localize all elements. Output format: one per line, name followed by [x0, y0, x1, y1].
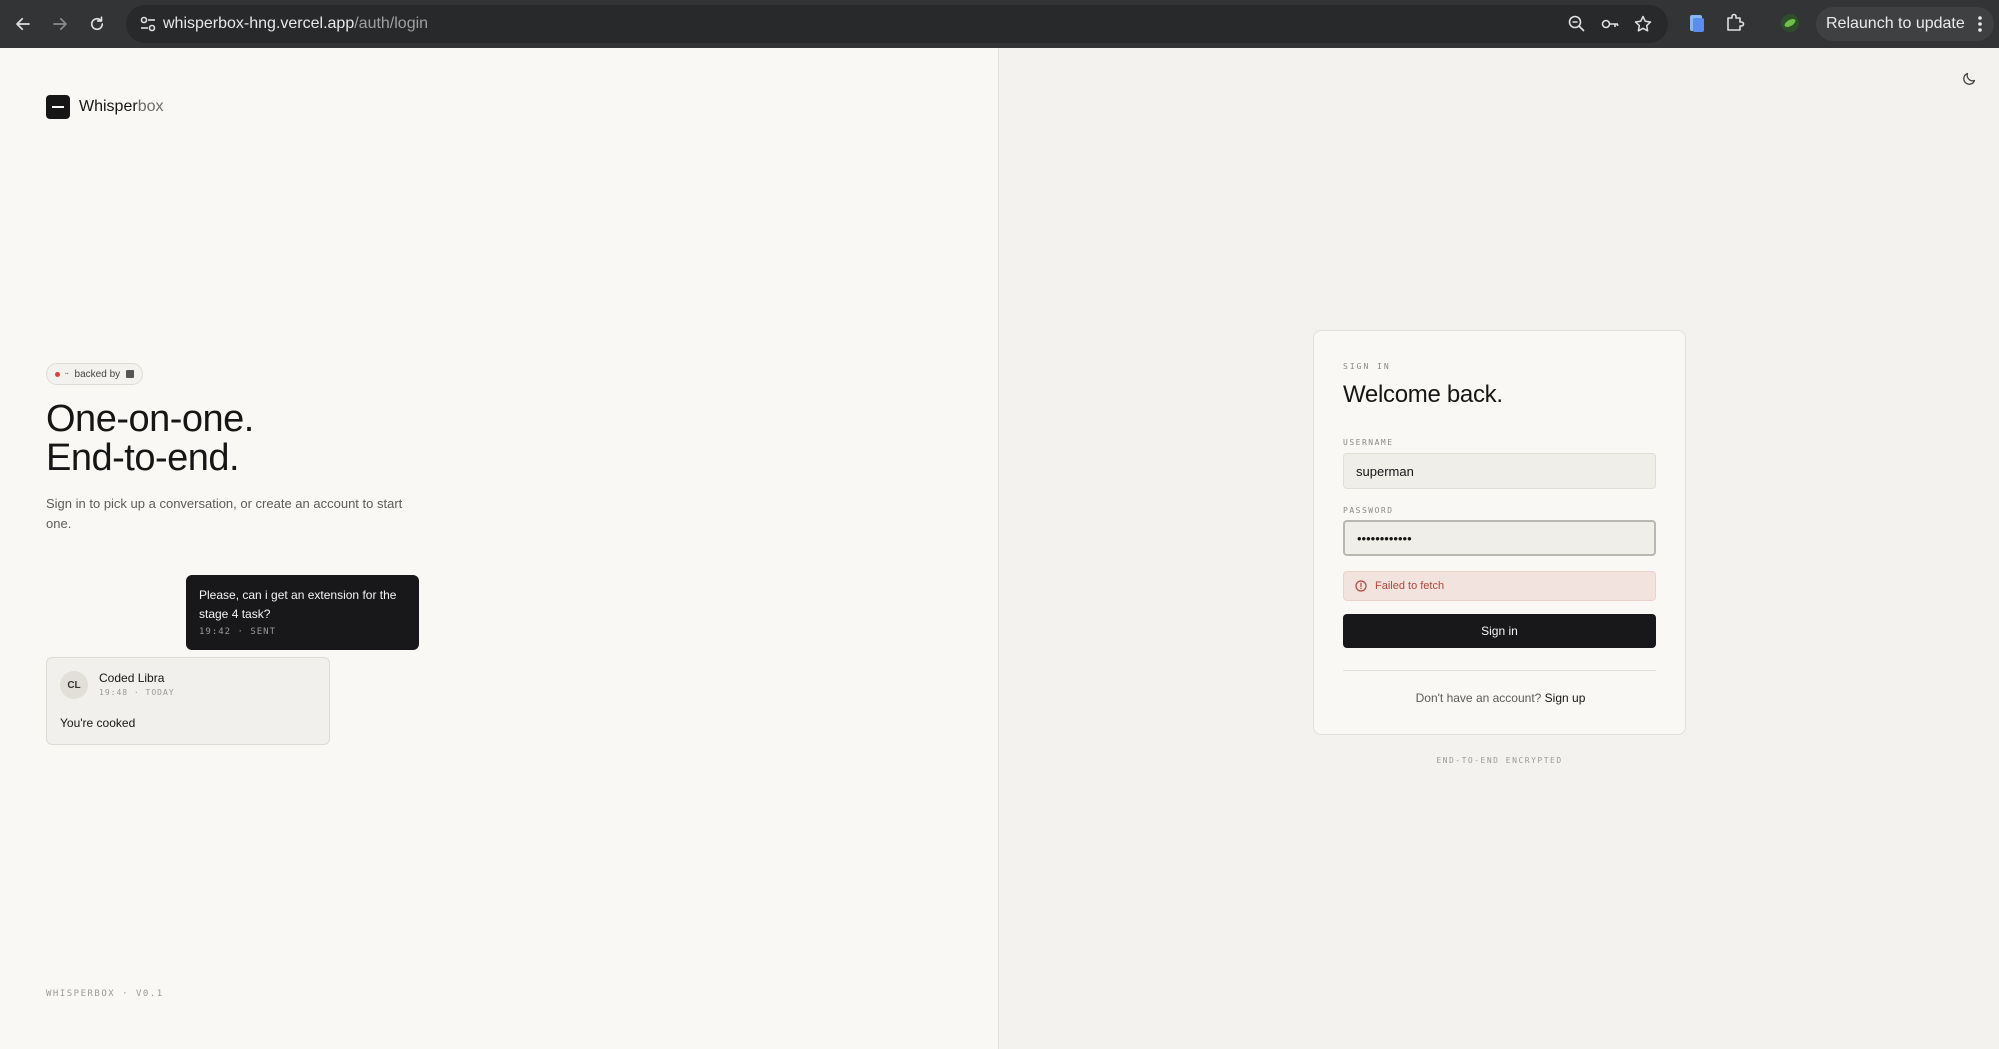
reload-icon: [90, 16, 104, 31]
sender-name: Coded Libra: [99, 671, 165, 685]
card-divider: [1343, 670, 1656, 671]
password-key-icon[interactable]: [1600, 14, 1620, 34]
username-label: USERNAME: [1343, 438, 1394, 447]
card-title: Welcome back.: [1343, 381, 1503, 408]
arrow-left-icon: [16, 17, 30, 31]
url-text[interactable]: whisperbox-hng.vercel.app/auth/login: [163, 15, 428, 33]
address-bar[interactable]: whisperbox-hng.vercel.app/auth/login: [126, 5, 1668, 43]
received-message-text: You're cooked: [60, 716, 136, 730]
password-label: PASSWORD: [1343, 506, 1394, 515]
version-label: WHISPERBOX · V0.1: [46, 989, 164, 999]
encryption-note: END-TO-END ENCRYPTED: [1436, 756, 1563, 765]
error-alert: Failed to fetch: [1343, 571, 1656, 601]
forward-button[interactable]: [48, 12, 72, 36]
site-settings-icon[interactable]: [138, 14, 158, 34]
profile-avatar-icon[interactable]: [1779, 12, 1801, 34]
hero-headline: One-on-one. End-to-end.: [46, 398, 254, 479]
badge-mark-icon: ▪▪: [65, 371, 69, 377]
sign-in-button[interactable]: Sign in: [1343, 614, 1656, 648]
card-eyebrow: SIGN IN: [1343, 362, 1391, 371]
extension-docs-icon[interactable]: [1686, 12, 1708, 34]
extensions-puzzle-icon[interactable]: [1724, 12, 1746, 34]
backer-logo-icon: [126, 370, 135, 378]
hero-subtitle: Sign in to pick up a conversation, or cr…: [46, 496, 403, 531]
dark-mode-toggle-moon-icon[interactable]: [1962, 70, 1978, 86]
marketing-panel: Whisperbox ▪▪ backed by One-on-one. End-…: [0, 48, 998, 1049]
relaunch-button[interactable]: Relaunch to update: [1816, 7, 1994, 41]
status-dot-icon: [55, 371, 60, 377]
sign-up-link[interactable]: Sign up: [1545, 691, 1586, 705]
brand-logo-link[interactable]: Whisperbox: [46, 95, 163, 119]
arrow-right-icon: [53, 17, 67, 31]
zoom-icon[interactable]: [1567, 14, 1587, 34]
username-input[interactable]: [1343, 453, 1656, 489]
login-card: SIGN IN Welcome back. USERNAME PASSWORD …: [1313, 330, 1686, 735]
whisperbox-logo-icon: [46, 95, 70, 119]
reload-button[interactable]: [85, 12, 109, 36]
bookmark-star-icon[interactable]: [1633, 14, 1653, 34]
received-message-bubble: CL Coded Libra 19:48 · TODAY You're cook…: [46, 657, 330, 745]
sent-message-bubble: Please, can i get an extension for the s…: [186, 575, 419, 650]
signup-prompt: Don't have an account? Sign up: [1415, 691, 1586, 705]
backed-by-badge: ▪▪ backed by: [46, 363, 144, 385]
alert-circle-icon: [1355, 580, 1367, 592]
more-options-icon: [1978, 16, 1982, 32]
browser-toolbar: whisperbox-hng.vercel.app/auth/login Rel…: [0, 0, 1999, 48]
back-button[interactable]: [11, 12, 35, 36]
password-input[interactable]: [1343, 520, 1656, 556]
avatar: CL: [60, 671, 88, 699]
brand-name: Whisperbox: [79, 98, 164, 115]
message-timestamp: 19:48 · TODAY: [99, 688, 175, 697]
